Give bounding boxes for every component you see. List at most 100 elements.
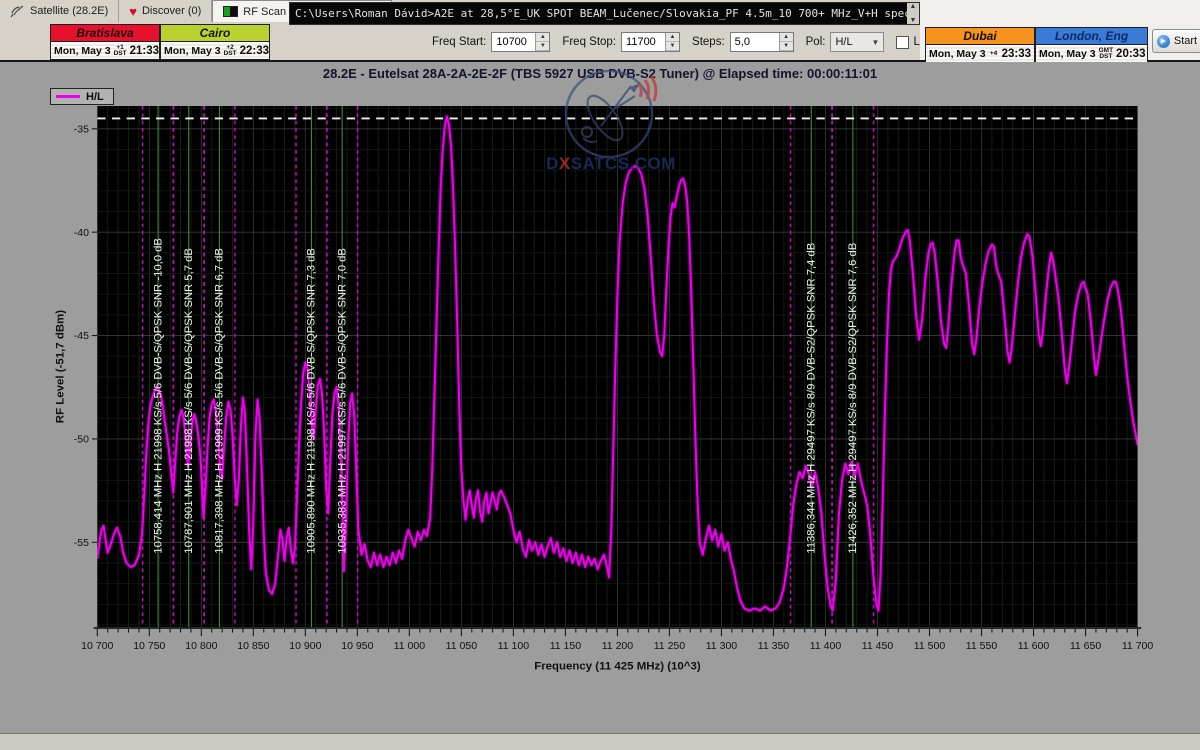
freq-stop-down-icon[interactable]: ▼ xyxy=(666,42,679,51)
clock-time: 21:33 xyxy=(130,45,159,57)
clock-date: Mon, May 3 xyxy=(164,45,221,57)
spectrum-plot: 10758,414 MHz H 21998 KS/s 5/6 DVB-S/QPS… xyxy=(0,62,1200,750)
clock-date: Mon, May 3 xyxy=(54,45,111,57)
clock-time: 23:33 xyxy=(1002,48,1031,60)
chart-region: 28.2E - Eutelsat 28A-2A-2E-2F (TBS 5927 … xyxy=(0,62,1200,750)
clock-city-label: Bratislava xyxy=(51,25,159,42)
x-tick-label: 11 400 xyxy=(810,640,842,652)
freq-start-down-icon[interactable]: ▼ xyxy=(536,42,549,51)
clock-dubai: Dubai Mon, May 3 +4 23:33 xyxy=(925,27,1035,63)
play-icon: ▶ xyxy=(1157,35,1170,48)
tab-discover-label: Discover (0) xyxy=(142,5,201,17)
x-tick-label: 11 000 xyxy=(394,640,426,652)
x-tick-label: 11 600 xyxy=(1018,640,1050,652)
steps-up-icon[interactable]: ▲ xyxy=(780,33,793,42)
legend-label: H/L xyxy=(86,91,104,103)
pol-dropdown[interactable]: H/L ▼ xyxy=(830,32,884,52)
freq-start-label: Freq Start: xyxy=(432,36,486,48)
steps-input[interactable] xyxy=(731,35,779,49)
steps-down-icon[interactable]: ▼ xyxy=(780,42,793,51)
pol-label: Pol: xyxy=(806,36,826,48)
freq-stop-stepper: ▲▼ xyxy=(621,32,680,52)
x-tick-label: 10 800 xyxy=(185,640,217,652)
clock-bratislava: Bratislava Mon, May 3 +1DST 21:33 xyxy=(50,24,160,60)
freq-stop-label: Freq Stop: xyxy=(562,36,616,48)
transponder-label: 10787,901 MHz H 21998 KS/s 5/6 DVB-S/QPS… xyxy=(183,248,195,554)
x-tick-label: 11 050 xyxy=(446,640,478,652)
x-axis-title: Frequency (11 425 MHz) (10^3) xyxy=(534,660,701,672)
steps-label: Steps: xyxy=(692,36,725,48)
heart-icon: ♥ xyxy=(129,6,137,17)
legend: H/L xyxy=(50,88,114,105)
tab-satellite-label: Satellite (28.2E) xyxy=(30,5,108,17)
y-tick-label: -35 xyxy=(74,123,89,135)
steps-stepper: ▲▼ xyxy=(730,32,794,52)
clock-city-label: Dubai xyxy=(926,28,1034,45)
satellite-icon xyxy=(10,5,25,18)
x-tick-label: 11 500 xyxy=(914,640,946,652)
clock-dst: DST xyxy=(1099,54,1112,60)
console-text: C:\Users\Roman Dávid>A2E at 28,5°E_UK SP… xyxy=(290,7,907,20)
freq-start-up-icon[interactable]: ▲ xyxy=(536,33,549,42)
clock-london: London, Eng Mon, May 3 GMTDST 20:33 xyxy=(1035,27,1148,63)
app-window: Satellite (28.2E) ♥ Discover (0) RF Scan… xyxy=(0,0,1200,750)
pol-value: H/L xyxy=(835,36,852,48)
clocks-right: Dubai Mon, May 3 +4 23:33 London, Eng Mo… xyxy=(925,27,1148,63)
top-toolbar: Satellite (28.2E) ♥ Discover (0) RF Scan… xyxy=(0,0,1200,62)
scroll-down-icon[interactable]: ▼ xyxy=(910,17,917,24)
y-tick-label: -55 xyxy=(74,537,89,549)
clocks-left: Bratislava Mon, May 3 +1DST 21:33 Cairo … xyxy=(50,24,270,60)
clock-date: Mon, May 3 xyxy=(929,48,986,60)
x-tick-label: 10 950 xyxy=(341,640,373,652)
rf-scan-icon xyxy=(223,6,238,17)
y-tick-label: -50 xyxy=(74,434,89,446)
freq-start-input[interactable] xyxy=(492,35,535,49)
x-tick-label: 11 650 xyxy=(1070,640,1102,652)
x-tick-label: 11 350 xyxy=(758,640,790,652)
freq-start-stepper: ▲▼ xyxy=(491,32,550,52)
y-axis-title: RF Level (-51,7 dBm) xyxy=(54,310,66,423)
window-bottom-strip xyxy=(0,733,1200,750)
freq-stop-input[interactable] xyxy=(622,35,665,49)
chevron-down-icon: ▼ xyxy=(872,38,880,47)
clock-time: 20:33 xyxy=(1116,48,1145,60)
y-tick-label: -40 xyxy=(74,227,89,239)
clock-dst: DST xyxy=(224,51,237,57)
x-tick-label: 11 250 xyxy=(654,640,686,652)
x-tick-label: 10 850 xyxy=(237,640,269,652)
x-tick-label: 11 550 xyxy=(966,640,998,652)
tab-discover[interactable]: ♥ Discover (0) xyxy=(119,0,212,22)
legend-line-sample xyxy=(56,95,80,98)
clock-cairo: Cairo Mon, May 3 +2DST 22:33 xyxy=(160,24,270,60)
x-tick-label: 10 900 xyxy=(289,640,321,652)
clock-city-label: London, Eng xyxy=(1036,28,1147,45)
scroll-up-icon[interactable]: ▲ xyxy=(910,3,917,10)
transponder-label: 11426,352 MHz H 29497 KS/s 8/9 DVB-S2/QP… xyxy=(847,243,859,554)
x-tick-label: 11 450 xyxy=(862,640,894,652)
transponder-label: 10935,383 MHz H 21997 KS/s 5/6 DVB-S/QPS… xyxy=(336,248,348,554)
freq-stop-up-icon[interactable]: ▲ xyxy=(666,33,679,42)
loop-checkbox[interactable] xyxy=(896,36,909,49)
chart-title: 28.2E - Eutelsat 28A-2A-2E-2F (TBS 5927 … xyxy=(0,66,1200,81)
x-tick-label: 11 100 xyxy=(498,640,530,652)
x-tick-label: 11 300 xyxy=(706,640,738,652)
x-tick-label: 10 750 xyxy=(133,640,165,652)
clock-city-label: Cairo xyxy=(161,25,269,42)
command-console: C:\Users\Roman Dávid>A2E at 28,5°E_UK SP… xyxy=(289,2,920,25)
x-tick-label: 11 150 xyxy=(550,640,582,652)
start-button-label: Start xyxy=(1174,35,1197,47)
transponder-label: 10758,414 MHz H 21998 KS/s 5/6 DVB-S/QPS… xyxy=(152,238,164,554)
clock-date: Mon, May 3 xyxy=(1039,48,1096,60)
x-tick-label: 11 700 xyxy=(1122,640,1154,652)
x-tick-label: 11 200 xyxy=(602,640,634,652)
console-scrollbar[interactable]: ▲ ▼ xyxy=(907,3,919,24)
y-tick-label: -45 xyxy=(74,330,89,342)
clock-time: 22:33 xyxy=(240,45,269,57)
clock-offset: +4 xyxy=(990,51,997,57)
right-panel: Dubai Mon, May 3 +4 23:33 London, Eng Mo… xyxy=(920,0,1200,60)
tab-satellite[interactable]: Satellite (28.2E) xyxy=(0,0,119,22)
transponder-label: 11386,344 MHz H 29497 KS/s 8/9 DVB-S2/QP… xyxy=(805,243,817,554)
transponder-label: 10905,890 MHz H 21998 KS/s 5/6 DVB-S/QPS… xyxy=(306,248,318,554)
start-button[interactable]: ▶ Start xyxy=(1152,29,1200,53)
transponder-label: 10817,398 MHz H 21999 KS/s 5/6 DVB-S/QPS… xyxy=(214,248,226,554)
